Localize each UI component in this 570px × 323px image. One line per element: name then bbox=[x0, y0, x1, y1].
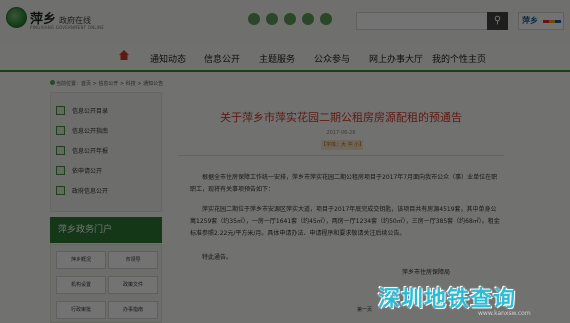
article-paragraph: 根据全市住房保障工作统一安排，萍乡市萍实花园二期公租房项目于2017年7月面向我… bbox=[190, 174, 498, 193]
sidebar-item-catalog[interactable]: 信息公开目录 bbox=[56, 103, 160, 118]
sidebar-section-title: 萍乡政务门户 bbox=[50, 217, 162, 243]
nav-item-my-homepage[interactable]: 我的个性主页 bbox=[432, 52, 486, 65]
home-icon[interactable] bbox=[118, 49, 130, 61]
logo-subtitle: PINGXIANG GOVERNMENT ONLINE bbox=[30, 25, 105, 30]
article-signature: 萍乡市住房保障局 bbox=[402, 269, 451, 276]
sidebar-item-on-request[interactable]: 依申请公开 bbox=[56, 163, 160, 178]
divider bbox=[178, 155, 504, 156]
sidebar-item-guide[interactable]: 信息公开指南 bbox=[56, 123, 160, 138]
folder-icon bbox=[56, 106, 65, 115]
sidebar-item-label: 信息公开年报 bbox=[72, 148, 109, 155]
watermark-url: www.kanxsw.com bbox=[478, 310, 531, 317]
logo-title-suffix: 政府在线 bbox=[59, 16, 92, 25]
sidebar: 信息公开目录 信息公开指南 信息公开年报 依申请公开 政府信息公开 bbox=[50, 92, 162, 212]
breadcrumb[interactable]: 当前位置：首页 > 信息公开 > 科技 > 通知公告 bbox=[56, 80, 163, 87]
nav-item-online-hall[interactable]: 网上办事大厅 bbox=[369, 52, 423, 65]
weibo-icon[interactable] bbox=[248, 13, 260, 25]
brand-stripes bbox=[543, 20, 561, 23]
font-size-selector[interactable]: 【字体：大 中 小】 bbox=[321, 140, 364, 150]
wechat-icon[interactable] bbox=[266, 13, 278, 25]
book-icon bbox=[56, 126, 65, 135]
watermark-text: 深圳地铁查询 bbox=[378, 287, 517, 312]
search-button[interactable]: ⚲ bbox=[487, 12, 508, 30]
article-paragraph: 特此通告。 bbox=[202, 254, 233, 261]
search-icon: ⚲ bbox=[493, 15, 502, 26]
nav-item-notices[interactable]: 通知动态 bbox=[150, 52, 186, 65]
article-title: 关于萍乡市萍实花园二期公租房房源配租的预通告 bbox=[220, 111, 462, 124]
brand-badge-text: 萍乡 bbox=[522, 16, 538, 25]
quick-link-guide[interactable]: 办事指南 bbox=[108, 301, 158, 319]
quick-link-overview[interactable]: 萍乡概况 bbox=[56, 251, 106, 269]
search-input[interactable] bbox=[356, 12, 508, 30]
location-icon bbox=[50, 80, 55, 85]
nav-item-info[interactable]: 信息公开 bbox=[204, 52, 240, 65]
sidebar-quick-links: 萍乡概况 市领导 机构设置 政策文件 行政审批 办事指南 bbox=[50, 244, 162, 323]
report-icon bbox=[56, 146, 65, 155]
app-icon[interactable] bbox=[284, 13, 296, 25]
rss-icon[interactable] bbox=[302, 13, 314, 25]
sidebar-item-label: 依申请公开 bbox=[72, 168, 103, 175]
nav-item-services[interactable]: 主题服务 bbox=[259, 52, 295, 65]
sidebar-item-annual-report[interactable]: 信息公开年报 bbox=[56, 143, 160, 158]
quick-link-approval[interactable]: 行政审批 bbox=[56, 301, 106, 319]
sidebar-item-label: 信息公开指南 bbox=[72, 128, 109, 135]
sidebar-item-label: 信息公开目录 bbox=[72, 108, 109, 115]
quick-link-leaders[interactable]: 市领导 bbox=[108, 251, 158, 269]
quick-link-agencies[interactable]: 机构设置 bbox=[56, 276, 106, 294]
document-icon bbox=[56, 166, 65, 175]
article-paragraph: 萍实花园二期位于萍乡市安源区萍实大道，项目于2017年底完成交钥匙，该项目共有房… bbox=[190, 206, 500, 237]
brand-badge[interactable]: 萍乡 bbox=[518, 12, 564, 30]
main-nav: 通知动态 信息公开 主题服务 公众参与 网上办事大厅 我的个性主页 bbox=[0, 42, 570, 72]
nav-item-participation[interactable]: 公众参与 bbox=[314, 52, 350, 65]
site-header: 萍乡 政府在线 PINGXIANG GOVERNMENT ONLINE ⚲ 萍乡 bbox=[0, 0, 570, 42]
article-date: 2017-06-26 bbox=[326, 130, 356, 136]
sidebar-item-gov-info[interactable]: 政府信息公开 bbox=[56, 183, 160, 198]
sidebar-item-label: 政府信息公开 bbox=[72, 188, 109, 195]
site-logo-icon[interactable] bbox=[6, 7, 27, 28]
quick-link-policies[interactable]: 政策文件 bbox=[108, 276, 158, 294]
mail-icon[interactable] bbox=[320, 13, 332, 25]
info-icon bbox=[56, 186, 65, 195]
pagination-link[interactable]: 第一页 bbox=[357, 306, 372, 313]
